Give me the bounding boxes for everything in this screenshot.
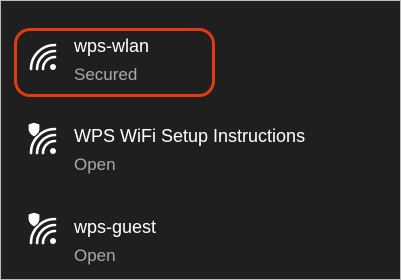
network-name: wps-guest: [74, 217, 157, 237]
wifi-open-shield-icon: [25, 121, 59, 155]
network-status: Open: [74, 246, 116, 265]
wifi-network-list: wps-wlan Secured WPS WiFi Setup Instruct…: [0, 0, 401, 280]
network-name: wps-wlan: [74, 36, 150, 56]
network-status: Secured: [74, 65, 138, 84]
network-item-wps-wlan[interactable]: wps-wlan Secured: [1, 1, 400, 85]
network-status: Open: [74, 155, 116, 174]
wifi-signal-icon: [25, 39, 59, 73]
network-item-wps-wifi-setup-instructions[interactable]: WPS WiFi Setup Instructions Open: [1, 99, 400, 183]
network-name: WPS WiFi Setup Instructions: [74, 126, 306, 146]
network-item-wps-guest[interactable]: wps-guest Open: [1, 189, 400, 273]
wifi-open-shield-icon: [25, 211, 59, 245]
